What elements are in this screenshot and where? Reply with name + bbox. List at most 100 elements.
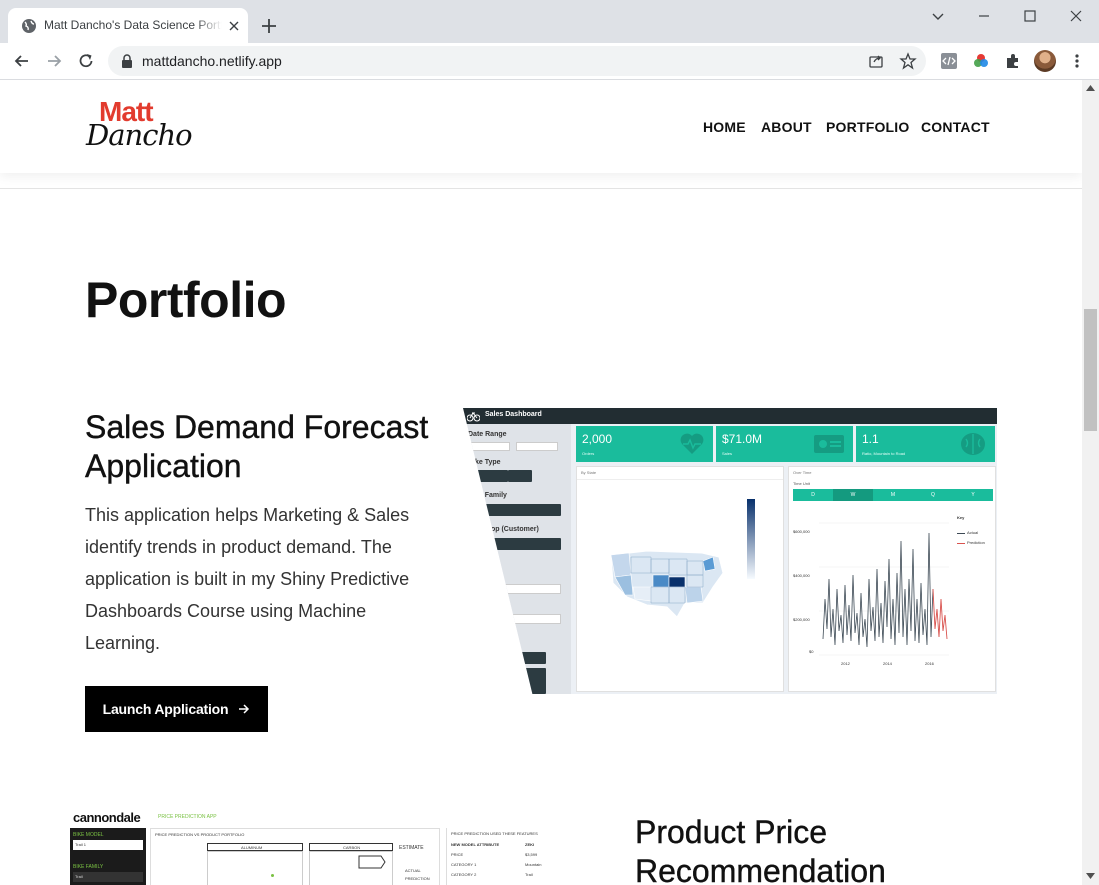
window-close-icon[interactable]: [1066, 6, 1086, 26]
url-text: mattdancho.netlify.app: [142, 53, 282, 69]
scroll-up-arrow-icon[interactable]: [1086, 85, 1095, 91]
map-panel: By State: [576, 466, 784, 692]
mountain-toggle[interactable]: [468, 470, 508, 482]
features-row-2-name: CATEGORY 1: [451, 862, 477, 867]
features-title: PRICE PREDICTION USED THESE FEATURES: [451, 831, 538, 836]
launch-application-button[interactable]: Launch Application: [85, 686, 268, 732]
nav-about[interactable]: ABOUT: [761, 119, 812, 135]
bike-model-input[interactable]: Trail 1: [73, 840, 143, 850]
chart-panel-label: Over Time: [793, 470, 812, 475]
features-row-3-name: CATEGORY 2: [451, 872, 477, 877]
time-unit-toggle[interactable]: D W M Q Y: [793, 489, 993, 501]
us-map[interactable]: [607, 547, 727, 619]
features-row-1-value: $3,599: [525, 852, 538, 857]
kpi-sales: $71.0M Sales: [716, 426, 853, 462]
logo-last-name[interactable]: Dancho: [86, 118, 193, 152]
bike-icon: [467, 412, 480, 422]
time-unit-q[interactable]: Q: [913, 489, 953, 501]
project-title-line-1: Sales Demand Forecast: [85, 409, 429, 445]
forecast-input-2[interactable]: [468, 614, 561, 624]
features-col-1: NEW MODEL ATTRIBUTE: [451, 842, 500, 847]
kpi-ratio: 1.1 Ratio, Mountain to Road: [856, 426, 995, 462]
header-divider: [0, 188, 1082, 189]
bike-family-select-2[interactable]: Trail: [73, 872, 143, 882]
price-prediction-plot: PRICE PREDICTION VS PRODUCT PORTFOLIO AL…: [150, 828, 440, 885]
bookmark-star-icon[interactable]: [899, 52, 917, 70]
features-col-2: ZEKI: [525, 842, 535, 847]
project-description: This application helps Marketing & Sales…: [85, 505, 410, 653]
date-range-label: Date Range: [468, 431, 507, 438]
nav-portfolio[interactable]: PORTFOLIO: [826, 119, 909, 135]
cannondale-logo: cannondale: [73, 810, 141, 825]
time-series-panel: Over Time Time Unit D W M Q Y $600,000 $…: [788, 466, 996, 692]
legend-title: Key: [957, 515, 965, 520]
scroll-thumb[interactable]: [1084, 309, 1097, 431]
legend-prediction-2: PREDICTION: [405, 876, 430, 881]
lock-icon[interactable]: [121, 54, 133, 68]
price-app-name: PRICE PREDICTION APP: [158, 814, 217, 820]
time-unit-d[interactable]: D: [793, 489, 833, 501]
nav-contact[interactable]: CONTACT: [921, 119, 990, 135]
heartbeat-icon: [680, 433, 704, 454]
x-tick-2014: 2014: [883, 661, 892, 666]
y-tick-200k: $200,000: [793, 617, 810, 622]
kpi-orders-value: 2,000: [582, 432, 613, 446]
money-icon: [814, 435, 844, 453]
reload-icon[interactable]: [76, 51, 96, 71]
project-2-title-line-1: Product Price: [635, 814, 828, 850]
launch-application-label: Launch Application: [102, 701, 229, 717]
brain-icon: [961, 433, 985, 455]
date-end-input[interactable]: [516, 442, 558, 451]
nav-home[interactable]: HOME: [703, 119, 746, 135]
forward-arrow-icon[interactable]: [44, 51, 64, 71]
browser-tab[interactable]: Matt Dancho's Data Science Portfolio: [8, 8, 248, 43]
scroll-down-arrow-icon[interactable]: [1086, 873, 1095, 879]
time-unit-w[interactable]: W: [833, 489, 873, 501]
forecast-input[interactable]: [468, 584, 561, 594]
dashboard-title: Sales Dashboard: [485, 411, 542, 418]
back-arrow-icon[interactable]: [12, 51, 32, 71]
share-icon[interactable]: [867, 52, 885, 70]
globe-icon: [22, 19, 36, 33]
reset-button[interactable]: [513, 668, 546, 694]
time-unit-y[interactable]: Y: [953, 489, 993, 501]
project-2-title: Product Price Recommendation: [635, 813, 886, 885]
x-tick-2016: 2016: [925, 661, 934, 666]
features-table: PRICE PREDICTION USED THESE FEATURES NEW…: [446, 828, 550, 885]
tab-title: Matt Dancho's Data Science Portfolio: [44, 18, 222, 32]
code-extension-icon[interactable]: [940, 52, 958, 70]
new-tab-icon[interactable]: [259, 16, 279, 36]
page-scrollbar[interactable]: [1082, 80, 1099, 885]
aluminum-label: ALUMINUM: [241, 845, 263, 850]
features-row-1-name: PRICE: [451, 852, 464, 857]
price-tag-icon: [358, 855, 386, 869]
extensions-puzzle-icon[interactable]: [1004, 52, 1022, 70]
road-toggle[interactable]: [508, 470, 532, 482]
forecast-line-chart[interactable]: [819, 519, 949, 659]
color-picker-extension-icon[interactable]: [972, 52, 990, 70]
maximize-icon[interactable]: [1020, 6, 1040, 26]
bikeshop-select[interactable]: [468, 538, 561, 550]
kpi-sales-value: $71.0M: [722, 432, 763, 446]
apply-button[interactable]: [513, 652, 546, 664]
price-prediction-screenshot[interactable]: cannondale PRICE PREDICTION APP BIKE MOD…: [70, 810, 550, 885]
date-start-input[interactable]: [468, 442, 510, 451]
y-tick-400k: $400,000: [793, 573, 810, 578]
kpi-sales-label: Sales: [722, 451, 733, 456]
tab-search-chevron-icon[interactable]: [928, 6, 948, 26]
address-bar[interactable]: mattdancho.netlify.app: [108, 46, 926, 76]
legend-prediction-swatch: [957, 543, 965, 544]
dashboard-sidebar: Date Range Bike Type Bike Family Bikesho…: [463, 424, 571, 694]
bike-model-label: BIKE MODEL: [73, 832, 104, 838]
profile-avatar[interactable]: [1034, 50, 1056, 72]
time-unit-m[interactable]: M: [873, 489, 913, 501]
project-title-line-2: Application: [85, 448, 242, 484]
minimize-icon[interactable]: [974, 6, 994, 26]
menu-kebab-icon[interactable]: [1068, 52, 1086, 70]
sales-dashboard-screenshot[interactable]: Sales Dashboard Date Range Bike Type Bik…: [463, 408, 997, 694]
bike-family-select[interactable]: [468, 504, 561, 516]
map-color-legend: [747, 499, 755, 579]
features-row-3-value: Trail: [525, 872, 533, 877]
close-tab-icon[interactable]: [226, 18, 242, 34]
map-panel-label: By State: [581, 470, 597, 475]
